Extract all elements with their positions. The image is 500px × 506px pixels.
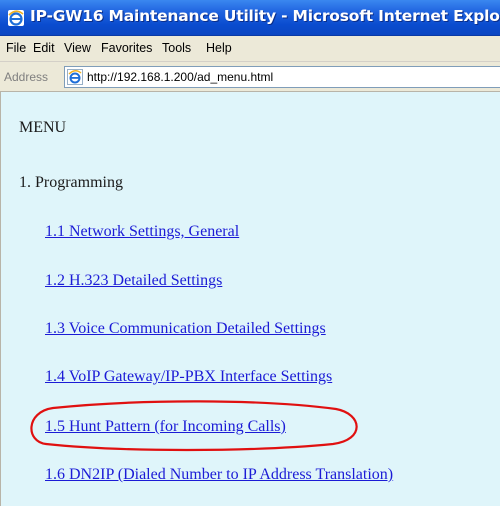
ie-page-icon [67,69,83,85]
link-dn2ip[interactable]: 1.6 DN2IP (Dialed Number to IP Address T… [45,466,393,484]
menu-view[interactable]: View [64,41,91,55]
menu-help[interactable]: Help [206,41,232,55]
link-network-settings[interactable]: 1.1 Network Settings, General [45,223,239,241]
page-content: MENU 1. Programming 1.1 Network Settings… [0,92,500,506]
address-url: http://192.168.1.200/ad_menu.html [87,70,274,84]
menu-tools[interactable]: Tools [162,41,191,55]
menu-favorites[interactable]: Favorites [101,41,152,55]
window-title: IP-GW16 Maintenance Utility - Microsoft … [30,7,500,25]
highlight-circle [30,400,358,452]
address-label: Address [4,70,49,84]
menu-edit[interactable]: Edit [33,41,55,55]
link-hunt-pattern[interactable]: 1.5 Hunt Pattern (for Incoming Calls) [45,418,286,436]
link-h323-settings[interactable]: 1.2 H.323 Detailed Settings [45,272,222,290]
menu-file[interactable]: File [6,41,26,55]
internet-explorer-icon [8,10,24,26]
address-bar: Address http://192.168.1.200/ad_menu.htm… [0,62,500,92]
address-input[interactable]: http://192.168.1.200/ad_menu.html [64,66,500,88]
section-programming: 1. Programming [19,174,123,191]
title-bar[interactable]: IP-GW16 Maintenance Utility - Microsoft … [0,0,500,36]
link-voip-gateway-settings[interactable]: 1.4 VoIP Gateway/IP-PBX Interface Settin… [45,368,332,386]
link-voice-communication-settings[interactable]: 1.3 Voice Communication Detailed Setting… [45,320,326,338]
menu-heading: MENU [19,119,67,136]
menu-bar: File Edit View Favorites Tools Help [0,36,500,62]
